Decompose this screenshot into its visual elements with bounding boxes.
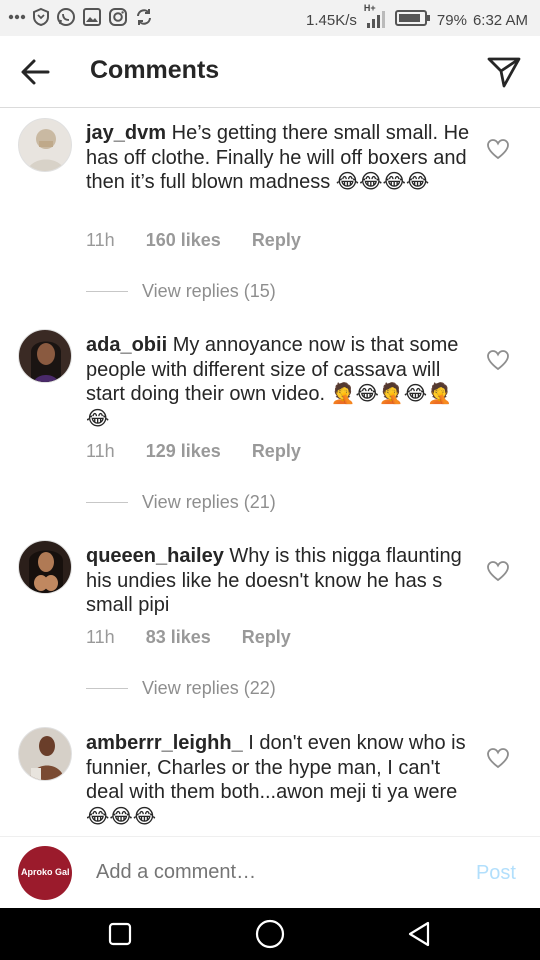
page-title: Comments [90, 56, 220, 84]
like-button[interactable] [486, 747, 510, 769]
comment-text-block: amberrr_leighh_ I don't even know who is… [86, 731, 472, 829]
battery-percent: 79% [436, 11, 467, 29]
comment-username[interactable]: queeen_hailey [86, 545, 224, 567]
view-replies[interactable]: View replies (15) [86, 281, 276, 302]
comment-meta: 11h 83 likes Reply [86, 627, 317, 648]
comment-likes[interactable]: 129 likes [146, 441, 221, 461]
status-notification-icons [8, 7, 154, 27]
triangle-back-icon [408, 921, 430, 947]
clock: 6:32 AM [472, 11, 528, 29]
more-dots-icon [8, 14, 26, 20]
add-comment-bar: Aproko Gal Post [0, 836, 540, 908]
net-speed: 1.45K/s [306, 11, 357, 29]
back-nav-button[interactable] [406, 920, 432, 953]
like-button[interactable] [486, 349, 510, 371]
comment-time: 11h [86, 627, 115, 647]
avatar[interactable] [18, 540, 72, 594]
comment-username[interactable]: ada_obii [86, 334, 167, 356]
recents-button[interactable] [108, 922, 132, 951]
divider [86, 502, 128, 503]
avatar[interactable] [18, 118, 72, 172]
avatar[interactable] [18, 727, 72, 781]
circle-icon [255, 919, 285, 949]
post-button[interactable]: Post [476, 862, 516, 885]
reply-button[interactable]: Reply [252, 230, 301, 250]
comment-likes[interactable]: 83 likes [146, 627, 211, 647]
status-system-info: 1.45K/s H+ 79% 6:32 AM [306, 3, 528, 31]
comment-meta: 11h 129 likes Reply [86, 441, 327, 462]
comment-likes[interactable]: 160 likes [146, 230, 221, 250]
comment-input[interactable] [96, 861, 436, 884]
divider [86, 291, 128, 292]
my-avatar: Aproko Gal [18, 846, 72, 900]
share-button[interactable] [486, 54, 522, 90]
avatar[interactable] [18, 329, 72, 383]
send-icon [487, 57, 521, 88]
comment-username[interactable]: jay_dvm [86, 122, 166, 144]
comment-time: 11h [86, 230, 115, 250]
heart-icon [487, 748, 509, 769]
avatar-logo-text: Aproko Gal [21, 867, 70, 877]
divider [86, 688, 128, 689]
image-icon [82, 7, 102, 27]
sync-icon [134, 7, 154, 27]
back-arrow-icon [21, 59, 50, 85]
square-icon [108, 922, 132, 946]
comment-time: 11h [86, 441, 115, 461]
comment-username[interactable]: amberrr_leighh_ [86, 732, 243, 754]
home-button[interactable] [255, 919, 285, 954]
like-button[interactable] [486, 560, 510, 582]
reply-button[interactable]: Reply [252, 441, 301, 461]
status-bar: 1.45K/s H+ 79% 6:32 AM [0, 0, 540, 36]
back-button[interactable] [20, 58, 52, 86]
heart-icon [487, 350, 509, 371]
whatsapp-icon [56, 7, 76, 27]
like-button[interactable] [486, 138, 510, 160]
view-replies-label: View replies (15) [142, 281, 276, 301]
header: Comments [0, 36, 540, 108]
battery-icon [394, 9, 431, 31]
signal-icon: H+ [363, 3, 389, 30]
heart-icon [487, 561, 509, 582]
view-replies[interactable]: View replies (22) [86, 678, 276, 699]
comment-text-block: ada_obii My annoyance now is that some p… [86, 333, 472, 431]
heart-icon [487, 139, 509, 160]
view-replies[interactable]: View replies (21) [86, 492, 276, 513]
view-replies-label: View replies (21) [142, 492, 276, 512]
system-nav-bar [0, 908, 540, 960]
comment-text-block: queeen_hailey Why is this nigga flauntin… [86, 544, 472, 618]
view-replies-label: View replies (22) [142, 678, 276, 698]
comment-text-block: jay_dvm He’s getting there small small. … [86, 121, 472, 195]
reply-button[interactable]: Reply [242, 627, 291, 647]
comment-meta: 11h 160 likes Reply [86, 230, 327, 251]
instagram-icon [108, 7, 128, 27]
shield-icon [32, 7, 50, 27]
